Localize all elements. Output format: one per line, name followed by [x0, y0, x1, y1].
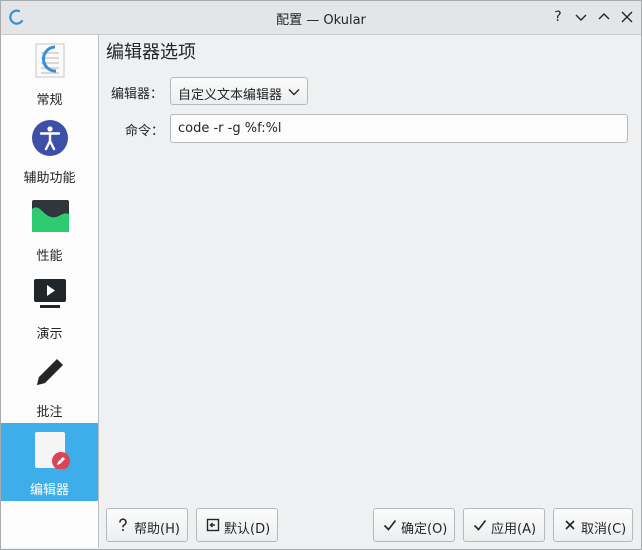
- context-help-button[interactable]: ?: [548, 7, 568, 27]
- sidebar-item-label: 批注: [36, 405, 63, 420]
- chevron-down-icon: [288, 89, 300, 96]
- config-window: 配置 — Okular ? 常规 辅助功能 性能 演示 批注 编辑器 编辑器选项…: [0, 0, 642, 550]
- apply-button[interactable]: 应用(A): [463, 508, 545, 542]
- cancel-button[interactable]: 取消(C): [553, 508, 633, 542]
- sidebar-item-label: 辅助功能: [23, 171, 76, 186]
- help-button[interactable]: 帮助(H): [106, 508, 188, 542]
- editor-select-value: 自定义文本编辑器: [178, 88, 283, 103]
- editor-label: 编辑器：: [111, 87, 164, 102]
- defaults-button[interactable]: 默认(D): [196, 508, 278, 542]
- sidebar-item-general[interactable]: 常规: [1, 35, 98, 113]
- sidebar-item-label: 演示: [36, 327, 63, 342]
- defaults-button-label: 默认(D): [224, 522, 271, 537]
- restore-defaults-icon: [206, 518, 220, 532]
- window-title: 配置 — Okular: [276, 13, 366, 28]
- close-icon[interactable]: [617, 7, 637, 27]
- command-input[interactable]: code -r -g %f:%l: [170, 114, 628, 143]
- editor-select[interactable]: 自定义文本编辑器: [170, 77, 308, 105]
- help-button-label: 帮助(H): [134, 522, 180, 537]
- editor-icon: [35, 432, 70, 469]
- ok-button[interactable]: 确定(O): [373, 508, 455, 542]
- cancel-button-label: 取消(C): [581, 522, 627, 537]
- cancel-x-icon: [565, 520, 575, 530]
- minimize-icon[interactable]: [571, 7, 591, 27]
- sidebar-item-accessibility[interactable]: 辅助功能: [1, 113, 98, 191]
- accessibility-icon: [32, 120, 68, 156]
- help-icon: [119, 518, 127, 531]
- sidebar-item-presentation[interactable]: 演示: [1, 269, 98, 347]
- maximize-icon[interactable]: [594, 7, 614, 27]
- sidebar-item-annotations[interactable]: 批注: [1, 347, 98, 425]
- sidebar-item-performance[interactable]: 性能: [1, 191, 98, 269]
- page-title: 编辑器选项: [106, 42, 196, 63]
- document-icon: [35, 43, 65, 78]
- apply-button-label: 应用(A): [491, 522, 537, 537]
- checkmark-icon: [383, 520, 397, 531]
- sidebar-item-label: 编辑器: [29, 483, 69, 498]
- checkmark-icon: [473, 520, 487, 531]
- sidebar-item-label: 性能: [36, 249, 63, 264]
- sidebar-item-editor[interactable]: 编辑器: [1, 423, 98, 501]
- command-label: 命令：: [125, 124, 165, 139]
- ok-button-label: 确定(O): [401, 522, 448, 537]
- title-bar[interactable]: 配置 — Okular ?: [1, 1, 641, 35]
- pencil-icon: [37, 359, 63, 385]
- presentation-icon: [34, 279, 66, 308]
- sidebar-item-label: 常规: [36, 93, 63, 108]
- performance-icon: [32, 200, 69, 232]
- settings-sidebar: 常规 辅助功能 性能 演示 批注 编辑器: [1, 35, 99, 548]
